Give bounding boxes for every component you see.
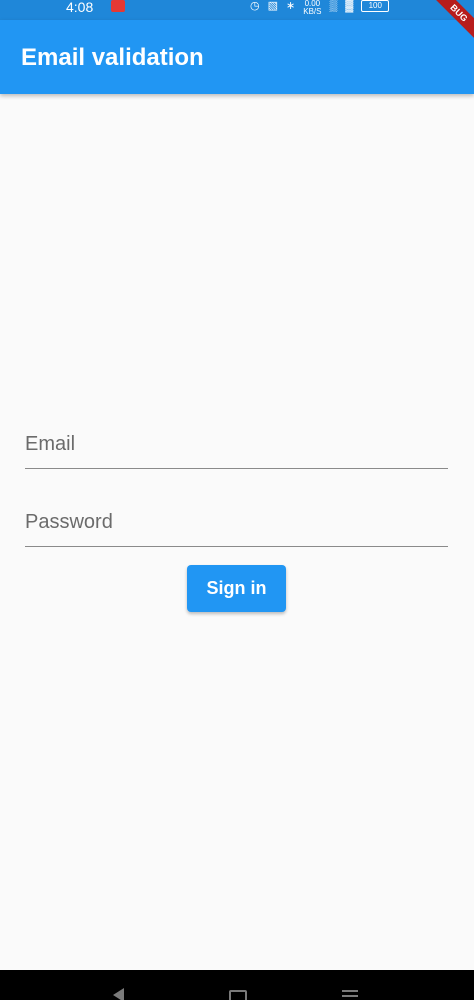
vibrate-icon: ▧: [267, 0, 279, 12]
bluetooth-icon: ∗: [286, 0, 296, 12]
home-icon[interactable]: [229, 990, 247, 1000]
sign-in-button[interactable]: Sign in: [187, 565, 286, 612]
page-title: Email validation: [21, 44, 204, 71]
menu-icon[interactable]: [342, 990, 358, 1000]
net-speed: 0.00 KB/S: [303, 0, 321, 16]
app-screen: 4:08 ◷ ▧ ∗ 0.00 KB/S ▒ ▓ 100 Email valid…: [0, 0, 474, 1000]
battery-level: 100: [368, 1, 382, 10]
wifi-icon: ▓: [345, 0, 354, 12]
password-input[interactable]: [25, 498, 448, 546]
password-field[interactable]: [25, 498, 448, 547]
app-bar: Email validation: [0, 20, 474, 94]
net-speed-unit: KB/S: [303, 7, 322, 16]
email-field[interactable]: [25, 420, 448, 469]
status-icons: ◷ ▧ ∗ 0.00 KB/S ▒ ▓ 100: [250, 0, 390, 16]
back-icon[interactable]: [113, 988, 124, 1000]
notification-icon: [111, 0, 125, 12]
alarm-icon: ◷: [250, 0, 260, 12]
status-bar: 4:08 ◷ ▧ ∗ 0.00 KB/S ▒ ▓ 100: [0, 0, 474, 20]
battery-icon: 100: [361, 0, 390, 12]
system-nav-bar: [0, 970, 474, 1000]
status-time: 4:08: [66, 0, 94, 15]
signal-icon: ▒: [329, 0, 338, 12]
email-input[interactable]: [25, 420, 448, 468]
